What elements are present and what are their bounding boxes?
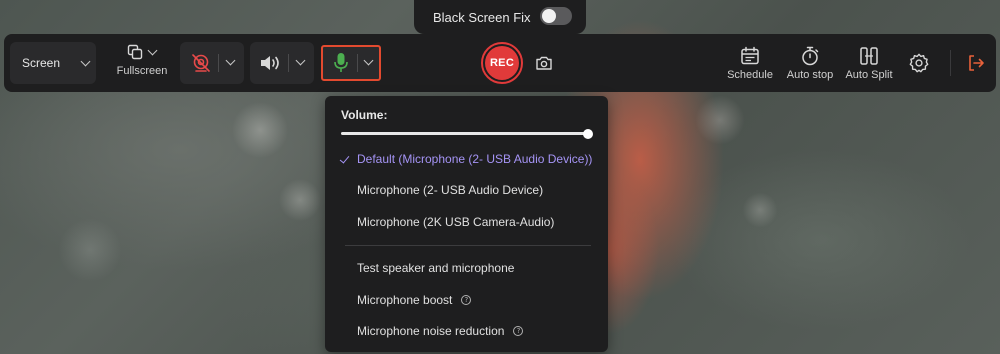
- device-option-label: Default (Microphone (2- USB Audio Device…: [357, 152, 593, 166]
- auto-split-button[interactable]: Auto Split: [841, 46, 897, 81]
- recorder-toolbar: Screen Fullscreen REC Schedule Auto stop…: [4, 34, 996, 92]
- record-button[interactable]: REC: [481, 42, 523, 84]
- capture-mode-value: Screen: [22, 56, 61, 70]
- help-icon[interactable]: ?: [461, 295, 472, 305]
- speaker-icon[interactable]: [259, 53, 283, 73]
- device-option-usb-camera[interactable]: Microphone (2K USB Camera-Audio): [325, 208, 608, 236]
- noise-reduction-option[interactable]: Microphone noise reduction ?: [325, 317, 608, 345]
- help-icon[interactable]: ?: [513, 326, 524, 336]
- webcam-control: [180, 42, 244, 84]
- test-speaker-mic-option[interactable]: Test speaker and microphone: [325, 254, 608, 282]
- schedule-button[interactable]: Schedule: [722, 46, 778, 81]
- device-option-label: Microphone (2K USB Camera-Audio): [357, 215, 555, 229]
- fullscreen-label: Fullscreen: [116, 65, 168, 77]
- fullscreen-button[interactable]: Fullscreen: [110, 44, 174, 84]
- schedule-label: Schedule: [727, 69, 773, 81]
- webcam-off-icon[interactable]: [190, 52, 212, 74]
- chevron-down-icon[interactable]: [225, 55, 236, 66]
- checkmark-icon: [339, 153, 350, 164]
- chevron-down-icon: [80, 56, 91, 67]
- device-option-usb-audio[interactable]: Microphone (2- USB Audio Device): [325, 176, 608, 204]
- black-screen-fix-label: Black Screen Fix: [433, 9, 531, 25]
- volume-slider-handle[interactable]: [583, 129, 593, 139]
- device-option-label: Microphone (2- USB Audio Device): [357, 183, 544, 197]
- test-option-label: Test speaker and microphone: [357, 261, 515, 275]
- black-screen-fix-tab: Black Screen Fix: [414, 0, 586, 34]
- microphone-boost-option[interactable]: Microphone boost ?: [325, 286, 608, 314]
- divider: [288, 54, 289, 72]
- volume-label: Volume:: [341, 108, 388, 122]
- auto-stop-button[interactable]: Auto stop: [782, 46, 838, 81]
- toggle-knob: [542, 9, 556, 23]
- menu-separator: [345, 245, 591, 246]
- microphone-highlight-box: [321, 45, 381, 81]
- noise-option-label: Microphone noise reduction: [357, 324, 505, 338]
- black-screen-fix-toggle[interactable]: [540, 7, 572, 25]
- chevron-down-icon: [147, 45, 158, 56]
- capture-mode-select[interactable]: Screen: [10, 42, 96, 84]
- stopwatch-icon: [802, 46, 819, 66]
- boost-option-label: Microphone boost: [357, 293, 453, 307]
- microphone-dropdown: Volume: Default (Microphone (2- USB Audi…: [325, 96, 608, 352]
- rec-label: REC: [485, 46, 519, 80]
- system-audio-control: [250, 42, 314, 84]
- volume-slider[interactable]: [341, 132, 589, 135]
- exit-icon[interactable]: [966, 53, 986, 73]
- divider: [950, 50, 951, 76]
- auto-split-label: Auto Split: [845, 69, 893, 81]
- calendar-icon: [741, 46, 759, 65]
- divider: [218, 54, 219, 72]
- region-icon: [127, 44, 143, 60]
- auto-stop-label: Auto stop: [786, 69, 834, 81]
- chevron-down-icon[interactable]: [295, 55, 306, 66]
- camera-icon[interactable]: [535, 55, 553, 71]
- device-option-default[interactable]: Default (Microphone (2- USB Audio Device…: [325, 145, 608, 173]
- split-icon: [860, 47, 878, 65]
- gear-icon[interactable]: [908, 52, 930, 74]
